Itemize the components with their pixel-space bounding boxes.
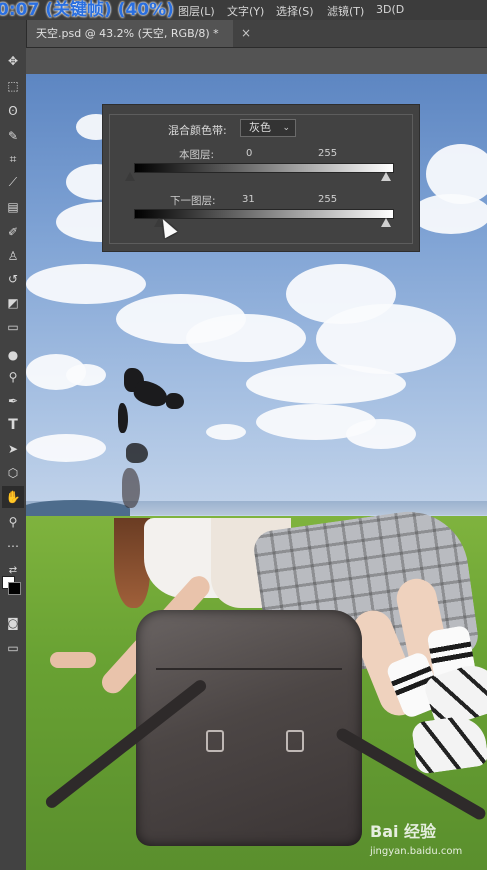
menu-select[interactable]: 选择(S) [276, 3, 314, 19]
underlying-layer-label: 下一图层: [170, 195, 216, 207]
eyedropper-tool-icon[interactable]: ⟋ [2, 171, 24, 193]
clone-stamp-tool-icon[interactable]: ♙ [2, 245, 24, 267]
chevron-down-icon: ⌄ [282, 123, 290, 133]
more-tools-icon[interactable]: ⋯ [2, 535, 24, 557]
menu-bar: 图层(L) 文字(Y) 选择(S) 滤镜(T) 3D(D 0:07 (关键帧) … [0, 0, 487, 20]
shape-tool-icon[interactable]: ⬡ [2, 462, 24, 484]
close-icon[interactable]: × [241, 20, 251, 47]
baidu-watermark-url: jingyan.baidu.com [370, 846, 463, 857]
brush-tool-icon[interactable]: ✐ [2, 221, 24, 243]
gradient-tool-icon[interactable]: ▭ [2, 316, 24, 338]
hand [50, 652, 96, 668]
move-tool-icon[interactable]: ✥ [2, 50, 24, 72]
underlying-layer-white-slider[interactable] [381, 218, 391, 227]
blend-if-panel: 混合颜色带: 灰色 ⌄ 本图层: 0 255 下一图层: 31 255 [102, 104, 420, 252]
this-layer-label: 本图层: [179, 149, 215, 161]
this-layer-black-value: 0 [246, 148, 253, 159]
eraser-tool-icon[interactable]: ◩ [2, 292, 24, 314]
zoom-tool-icon[interactable]: ⚲ [2, 511, 24, 533]
menu-type[interactable]: 文字(Y) [227, 3, 264, 19]
this-layer-white-slider[interactable] [381, 172, 391, 181]
blur-tool-icon[interactable]: ● [2, 344, 24, 366]
crop-tool-icon[interactable]: ⌗ [2, 148, 24, 170]
baidu-watermark: Bai 经验 [370, 822, 437, 841]
document-tab[interactable]: 天空.psd @ 43.2% (天空, RGB/8) * × [26, 20, 251, 47]
blend-if-channel-value: 灰色 [249, 121, 271, 134]
pen-tool-icon[interactable]: ✒ [2, 390, 24, 412]
this-layer-gradient-ramp[interactable] [134, 163, 394, 173]
tools-panel: ✥ ⬚ ʘ ✎ ⌗ ⟋ ▤ ✐ ♙ ↺ ◩ ▭ ● ⚲ ✒ T ➤ ⬡ ✋ ⚲ … [0, 20, 27, 870]
menu-layer[interactable]: 图层(L) [178, 3, 215, 19]
menu-filter[interactable]: 滤镜(T) [327, 3, 364, 19]
menu-3d[interactable]: 3D(D [376, 3, 404, 16]
color-swatches[interactable] [0, 576, 21, 596]
blend-if-channel-select[interactable]: 灰色 ⌄ [240, 119, 296, 137]
blend-if-label: 混合颜色带: [168, 124, 227, 137]
underlying-layer-black-value: 31 [242, 194, 255, 205]
lasso-tool-icon[interactable]: ʘ [2, 100, 24, 122]
path-select-tool-icon[interactable]: ➤ [2, 438, 24, 460]
history-brush-tool-icon[interactable]: ↺ [2, 268, 24, 290]
this-layer-white-value: 255 [318, 148, 338, 159]
underlying-layer-gradient-ramp[interactable] [134, 209, 394, 219]
healing-brush-tool-icon[interactable]: ▤ [2, 196, 24, 218]
screen-mode-icon[interactable]: ▭ [2, 637, 24, 659]
blend-if-frame: 混合颜色带: 灰色 ⌄ 本图层: 0 255 下一图层: 31 255 [109, 114, 413, 244]
document-tab-title: 天空.psd @ 43.2% (天空, RGB/8) * [36, 27, 219, 40]
marquee-tool-icon[interactable]: ⬚ [2, 75, 24, 97]
quick-select-tool-icon[interactable]: ✎ [2, 125, 24, 147]
hand-tool-icon[interactable]: ✋ [2, 486, 24, 508]
type-tool-icon[interactable]: T [2, 414, 24, 436]
video-status-overlay: 0:07 (关键帧) (40%) [0, 0, 174, 20]
document-tab-bar: 天空.psd @ 43.2% (天空, RGB/8) * × [26, 20, 487, 48]
dodge-tool-icon[interactable]: ⚲ [2, 366, 24, 388]
underlying-layer-white-value: 255 [318, 194, 338, 205]
quick-mask-icon[interactable]: ◙ [2, 612, 24, 634]
this-layer-black-slider[interactable] [125, 172, 135, 181]
handbag [136, 610, 362, 846]
